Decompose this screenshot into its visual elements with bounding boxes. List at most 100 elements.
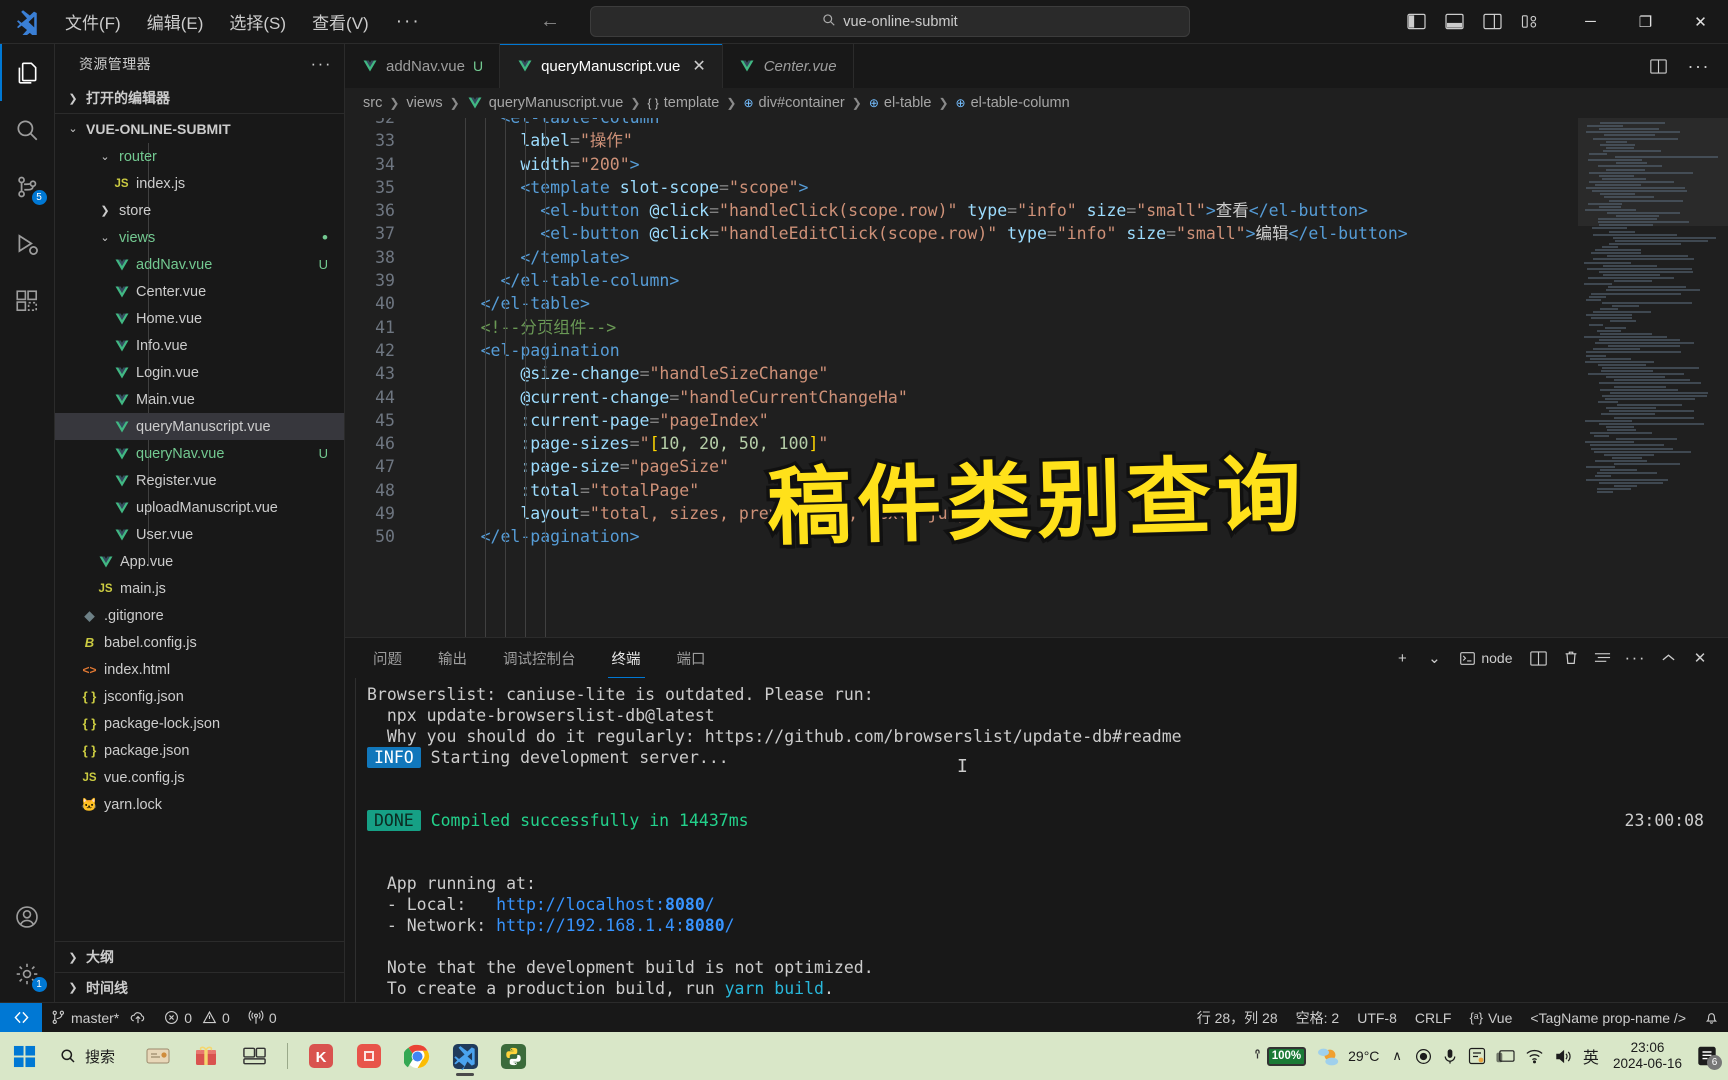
tree-item-views[interactable]: ⌄ views • [55,224,344,251]
status-tag-hint[interactable]: <TagName prop-name /> [1521,1003,1695,1033]
toggle-primary-sidebar-icon[interactable] [1401,7,1431,37]
tree-item-login-vue[interactable]: Login.vue [55,359,344,386]
wifi-icon[interactable] [1525,1048,1544,1064]
tree-item-info-vue[interactable]: Info.vue [55,332,344,359]
maximize-panel-icon[interactable] [1654,644,1682,672]
tree-item-user-vue[interactable]: User.vue [55,521,344,548]
open-editors-section[interactable]: ❯ 打开的编辑器 [55,83,344,113]
status-notifications[interactable] [1695,1003,1728,1033]
chevron-right-icon[interactable]: ❯ [97,204,113,217]
breadcrumb-item[interactable]: ⊕ el-table [869,95,932,111]
system-tray[interactable]: 100% 29°C ∧ 英 23:06 2024-06-16 6 [1252,1040,1728,1071]
tree-item-babel-config-js[interactable]: Bbabel.config.js [55,629,344,656]
vscode-icon[interactable] [444,1035,486,1077]
tree-item-index-js[interactable]: JS index.js [55,170,344,197]
status-encoding[interactable]: UTF-8 [1348,1003,1406,1033]
ime-language-indicator[interactable]: 英 [1583,1044,1599,1068]
chevron-down-icon[interactable]: ⌄ [97,231,113,244]
panel-tab-1[interactable]: 输出 [428,648,477,678]
tree-item-center-vue[interactable]: Center.vue [55,278,344,305]
close-button[interactable]: ✕ [1673,0,1728,44]
status-ports[interactable]: 0 [239,1003,286,1033]
window-controls[interactable]: ─ ❐ ✕ [1563,0,1728,44]
tree-item-jsconfig-json[interactable]: { } jsconfig.json [55,683,344,710]
network-url-link[interactable]: http://192.168.1.4:8080/ [496,916,734,935]
panel-more-actions-icon[interactable]: ··· [1621,644,1650,672]
panel-tab-4[interactable]: 端口 [667,648,716,678]
clear-terminal-icon[interactable] [1589,644,1617,672]
local-url-link[interactable]: http://localhost:8080/ [496,895,715,914]
breadcrumb-item[interactable]: ⊕ div#container [743,95,844,111]
editor-tab-center-vue[interactable]: Center.vue [722,44,854,88]
tree-item--gitignore[interactable]: ◆ .gitignore [55,602,344,629]
code-scroll-area[interactable]: 32 <el-table-column 33 label="操作" 34 wid… [345,118,1578,637]
status-language-mode[interactable]: {ᵃ} Vue [1460,1003,1521,1033]
activity-search[interactable] [0,101,55,158]
terminal-shell-selector[interactable]: node [1452,644,1520,672]
customize-layout-icon[interactable] [1515,7,1545,37]
tree-item-index-html[interactable]: <> index.html [55,656,344,683]
editor-tab-actions[interactable]: ··· [1626,44,1728,88]
toggle-secondary-sidebar-icon[interactable] [1477,7,1507,37]
windows-start-icon[interactable] [0,1045,48,1068]
tree-item-querynav-vue[interactable]: queryNav.vue U [55,440,344,467]
minimap[interactable] [1578,118,1728,637]
activity-explorer[interactable] [0,44,55,101]
menu-more-button[interactable]: ··· [384,9,433,35]
tree-item-uploadmanuscript-vue[interactable]: uploadManuscript.vue [55,494,344,521]
gift-icon[interactable] [185,1035,227,1077]
toggle-panel-icon[interactable] [1439,7,1469,37]
close-panel-icon[interactable]: ✕ [1686,644,1714,672]
notification-icon[interactable]: 6 [1696,1045,1722,1070]
status-branch[interactable]: master* [42,1003,155,1033]
chrome-icon[interactable] [396,1035,438,1077]
layout-controls[interactable] [1401,7,1563,37]
activity-run-debug[interactable] [0,215,55,272]
command-center[interactable]: vue-online-submit [590,6,1190,37]
tree-item-querymanuscript-vue[interactable]: queryManuscript.vue [55,413,344,440]
task-view-icon[interactable] [233,1035,275,1077]
kingsoft-icon[interactable]: K [300,1035,342,1077]
code-editor[interactable]: 32 <el-table-column 33 label="操作" 34 wid… [345,118,1728,637]
breadcrumb-item[interactable]: queryManuscript.vue [467,95,623,111]
editor-tab-addnav-vue[interactable]: addNav.vue U [345,44,501,88]
tree-item-vue-config-js[interactable]: JS vue.config.js [55,764,344,791]
project-section[interactable]: ⌄ VUE-ONLINE-SUBMIT [55,113,344,143]
maximize-button[interactable]: ❐ [1618,0,1673,44]
editor-more-actions-icon[interactable]: ··· [1688,56,1710,77]
tree-item-yarn-lock[interactable]: 🐱 yarn.lock [55,791,344,818]
taskbar-apps[interactable]: K [137,1035,534,1077]
activity-extensions[interactable] [0,272,55,329]
status-eol[interactable]: CRLF [1406,1003,1461,1033]
app-icon-5[interactable] [348,1035,390,1077]
breadcrumb-item[interactable]: src [363,95,382,111]
weather-widget[interactable]: 29°C [1316,1045,1379,1067]
tree-item-store[interactable]: ❯ store [55,197,344,224]
taskbar-clock[interactable]: 23:06 2024-06-16 [1609,1040,1686,1071]
terminal-output[interactable]: I Browserslist: caniuse-lite is outdated… [345,678,1728,1002]
sidebar-more-actions-button[interactable]: ··· [311,54,332,74]
menu-bar[interactable]: 文件(F) 编辑(E) 选择(S) 查看(V) ··· [54,4,433,39]
file-tree[interactable]: ⌄ router JS index.js ❯ store ⌄ views • addNav.vue… [55,143,344,941]
activity-manage[interactable]: 1 [0,945,55,1002]
gallery-icon[interactable] [1496,1048,1515,1065]
show-hidden-icons-chevron[interactable]: ∧ [1389,1048,1405,1064]
status-problems[interactable]: 0 0 [155,1003,239,1033]
breadcrumb-item[interactable]: ⊕ el-table-column [956,95,1070,111]
tree-item-package-lock-json[interactable]: { } package-lock.json [55,710,344,737]
panel-tab-2[interactable]: 调试控制台 [493,648,586,678]
menu-view[interactable]: 查看(V) [301,4,380,39]
volume-icon[interactable] [1554,1048,1573,1065]
new-terminal-button[interactable]: + [1388,644,1416,672]
taskbar-search[interactable]: 搜索 [48,1039,131,1073]
breadcrumb-item[interactable]: views [406,95,442,111]
record-icon[interactable] [1415,1048,1432,1065]
terminal-dropdown-button[interactable]: ⌄ [1420,644,1448,672]
menu-selection[interactable]: 选择(S) [218,4,297,39]
menu-edit[interactable]: 编辑(E) [136,4,215,39]
chevron-down-icon[interactable]: ⌄ [97,150,113,163]
split-terminal-icon[interactable] [1525,644,1553,672]
activity-accounts[interactable] [0,888,55,945]
trash-icon[interactable] [1557,644,1585,672]
tree-item-register-vue[interactable]: Register.vue [55,467,344,494]
